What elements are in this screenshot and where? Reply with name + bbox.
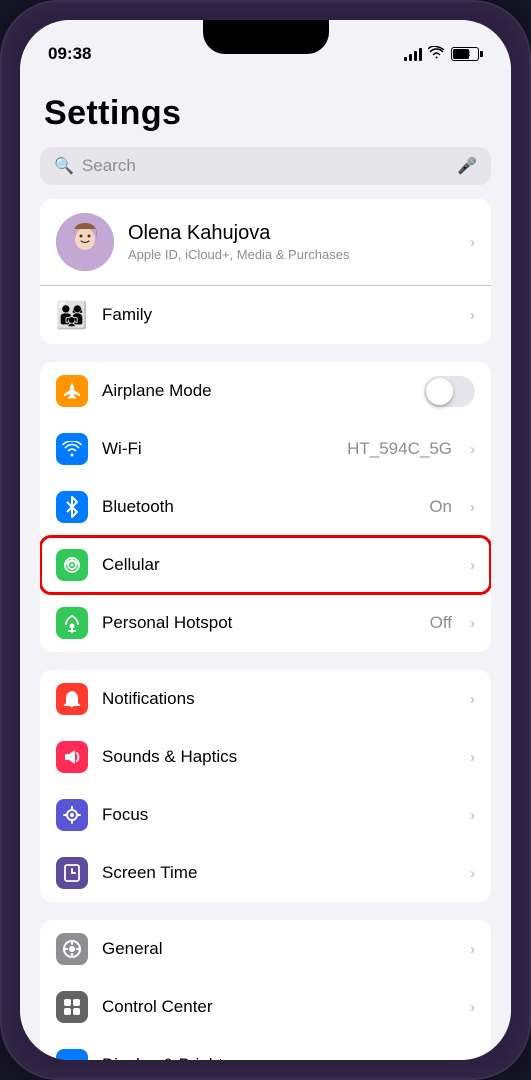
- cellular-chevron: ›: [470, 557, 475, 574]
- cellular-item[interactable]: Cellular ›: [40, 536, 491, 594]
- status-bar: 09:38: [20, 20, 511, 74]
- profile-subtitle: Apple ID, iCloud+, Media & Purchases: [128, 247, 456, 262]
- focus-label: Focus: [102, 805, 456, 825]
- battery-icon: 68: [451, 47, 483, 61]
- profile-chevron: ›: [470, 234, 475, 251]
- display-item[interactable]: aA Display & Brightness ›: [40, 1036, 491, 1060]
- connectivity-card: Airplane Mode: [40, 362, 491, 652]
- display-label: Display & Brightness: [102, 1055, 456, 1060]
- focus-chevron: ›: [470, 807, 475, 824]
- sounds-chevron: ›: [470, 749, 475, 766]
- airplane-mode-toggle[interactable]: [424, 376, 475, 407]
- bluetooth-chevron: ›: [470, 499, 475, 516]
- notch: [203, 20, 329, 54]
- status-time: 09:38: [48, 44, 91, 64]
- general-label: General: [102, 939, 456, 959]
- hotspot-label: Personal Hotspot: [102, 613, 416, 633]
- notifications-item[interactable]: Notifications ›: [40, 670, 491, 728]
- bluetooth-icon: [56, 491, 88, 523]
- phone-screen: 09:38: [20, 20, 511, 1060]
- page-title: Settings: [44, 94, 487, 133]
- wifi-chevron: ›: [470, 441, 475, 458]
- airplane-icon: [56, 375, 88, 407]
- notifications-group: Notifications › Sounds & Haptics: [20, 670, 511, 920]
- general-chevron: ›: [470, 941, 475, 958]
- mic-icon[interactable]: 🎤: [457, 156, 477, 176]
- family-item[interactable]: 👨‍👩‍👧 Family ›: [40, 286, 491, 344]
- controlcenter-icon: [56, 991, 88, 1023]
- airplane-mode-item[interactable]: Airplane Mode: [40, 362, 491, 420]
- family-icon: 👨‍👩‍👧: [56, 299, 88, 331]
- settings-scroll[interactable]: Settings 🔍 Search 🎤: [20, 74, 511, 1060]
- screentime-chevron: ›: [470, 865, 475, 882]
- notifications-label: Notifications: [102, 689, 456, 709]
- notifications-chevron: ›: [470, 691, 475, 708]
- wifi-item[interactable]: Wi-Fi HT_594C_5G ›: [40, 420, 491, 478]
- focus-icon: [56, 799, 88, 831]
- cellular-icon: [56, 549, 88, 581]
- profile-item[interactable]: Olena Kahujova Apple ID, iCloud+, Media …: [40, 199, 491, 286]
- hotspot-item[interactable]: Personal Hotspot Off ›: [40, 594, 491, 652]
- screentime-label: Screen Time: [102, 863, 456, 883]
- bluetooth-label: Bluetooth: [102, 497, 415, 517]
- general-card: General › Control C: [40, 920, 491, 1060]
- notifications-card: Notifications › Sounds & Haptics: [40, 670, 491, 902]
- phone-frame: 09:38: [0, 0, 531, 1080]
- screentime-icon: [56, 857, 88, 889]
- connectivity-group: Airplane Mode: [20, 362, 511, 670]
- controlcenter-item[interactable]: Control Center ›: [40, 978, 491, 1036]
- controlcenter-chevron: ›: [470, 999, 475, 1016]
- page-title-area: Settings: [20, 74, 511, 141]
- hotspot-value: Off: [430, 613, 452, 633]
- signal-icon: [404, 47, 422, 61]
- status-icons: 68: [404, 46, 483, 62]
- bluetooth-item[interactable]: Bluetooth On ›: [40, 478, 491, 536]
- bluetooth-value: On: [429, 497, 452, 517]
- display-chevron: ›: [470, 1057, 475, 1061]
- airplane-mode-label: Airplane Mode: [102, 381, 410, 401]
- display-icon: aA: [56, 1049, 88, 1060]
- wifi-status-icon: [428, 46, 445, 62]
- hotspot-icon: [56, 607, 88, 639]
- cellular-label: Cellular: [102, 555, 456, 575]
- hotspot-chevron: ›: [470, 615, 475, 632]
- notifications-icon: [56, 683, 88, 715]
- profile-card: Olena Kahujova Apple ID, iCloud+, Media …: [40, 199, 491, 344]
- sounds-icon: [56, 741, 88, 773]
- search-placeholder: Search: [82, 156, 449, 176]
- sounds-label: Sounds & Haptics: [102, 747, 456, 767]
- search-bar[interactable]: 🔍 Search 🎤: [40, 147, 491, 185]
- family-label: Family: [102, 305, 456, 325]
- general-icon: [56, 933, 88, 965]
- profile-group: Olena Kahujova Apple ID, iCloud+, Media …: [20, 199, 511, 362]
- family-chevron: ›: [470, 307, 475, 324]
- wifi-label: Wi-Fi: [102, 439, 333, 459]
- profile-name: Olena Kahujova: [128, 222, 456, 245]
- profile-info: Olena Kahujova Apple ID, iCloud+, Media …: [128, 222, 456, 262]
- general-group: General › Control C: [20, 920, 511, 1060]
- focus-item[interactable]: Focus ›: [40, 786, 491, 844]
- sounds-item[interactable]: Sounds & Haptics ›: [40, 728, 491, 786]
- screentime-item[interactable]: Screen Time ›: [40, 844, 491, 902]
- profile-avatar: [56, 213, 114, 271]
- wifi-icon: [56, 433, 88, 465]
- wifi-value: HT_594C_5G: [347, 439, 452, 459]
- search-icon: 🔍: [54, 156, 74, 176]
- general-item[interactable]: General ›: [40, 920, 491, 978]
- search-bar-container: 🔍 Search 🎤: [20, 141, 511, 199]
- controlcenter-label: Control Center: [102, 997, 456, 1017]
